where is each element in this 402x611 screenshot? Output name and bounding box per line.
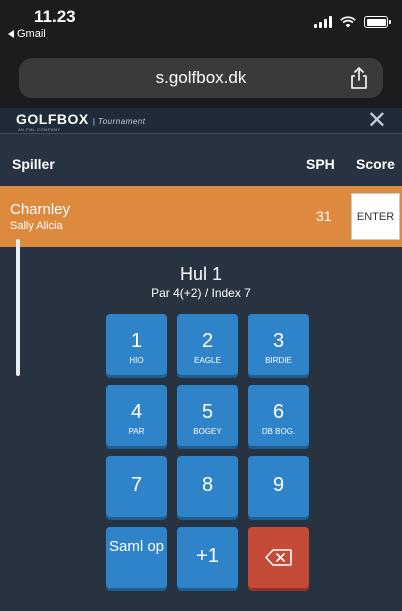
col-sph: SPH: [306, 156, 335, 172]
key-1[interactable]: 1 HIO: [106, 314, 167, 375]
hole-title: Hul 1: [179, 264, 223, 284]
key-8[interactable]: 8: [177, 456, 238, 517]
pickup-button[interactable]: Saml op: [106, 527, 167, 588]
key-5[interactable]: 5 BOGEY: [177, 385, 238, 446]
share-icon[interactable]: [349, 67, 369, 89]
col-player: Spiller: [12, 156, 55, 172]
scroll-indicator[interactable]: [16, 239, 20, 376]
player-sph: 31: [316, 208, 332, 224]
player-row[interactable]: Charnley Sally Alicia 31 ENTER: [0, 186, 402, 247]
status-icons: [314, 16, 391, 28]
key-7[interactable]: 7: [106, 456, 167, 517]
browser-chrome: 11.23 Gmail s.golfbox.dk: [0, 0, 402, 108]
key-4[interactable]: 4 PAR: [106, 385, 167, 446]
status-time: 11.23: [34, 7, 76, 26]
key-2[interactable]: 2 EAGLE: [177, 314, 238, 375]
back-app-label: Gmail: [17, 28, 46, 40]
key-9[interactable]: 9: [248, 456, 309, 517]
table-header: Spiller SPH Score: [0, 134, 402, 186]
score-enter-field[interactable]: ENTER: [351, 193, 400, 240]
player-last-name: Charnley: [10, 201, 71, 218]
url-text: s.golfbox.dk: [155, 68, 247, 87]
col-score: Score: [356, 156, 395, 172]
close-icon[interactable]: ✕: [367, 109, 387, 133]
battery-icon: [364, 16, 391, 28]
logo-subtext: AN FML COMPANY: [18, 127, 61, 132]
hole-info: Par 4(+2) / Index 7: [151, 286, 251, 300]
golfbox-logo: GOLFBOX | Tournament: [16, 111, 146, 127]
key-3[interactable]: 3 BIRDIE: [248, 314, 309, 375]
player-first-name: Sally Alicia: [10, 220, 63, 232]
delete-button[interactable]: [248, 527, 309, 588]
app-header: GOLFBOX | Tournament AN FML COMPANY ✕: [0, 108, 402, 134]
signal-icon: [314, 16, 332, 28]
plus-one-button[interactable]: +1: [177, 527, 238, 588]
back-arrow-icon: [8, 30, 14, 38]
address-bar[interactable]: s.golfbox.dk: [19, 58, 383, 98]
key-6[interactable]: 6 DB BOG.: [248, 385, 309, 446]
backspace-icon: [265, 549, 292, 566]
wifi-icon: [340, 16, 356, 28]
back-to-app-link[interactable]: Gmail: [8, 28, 46, 40]
